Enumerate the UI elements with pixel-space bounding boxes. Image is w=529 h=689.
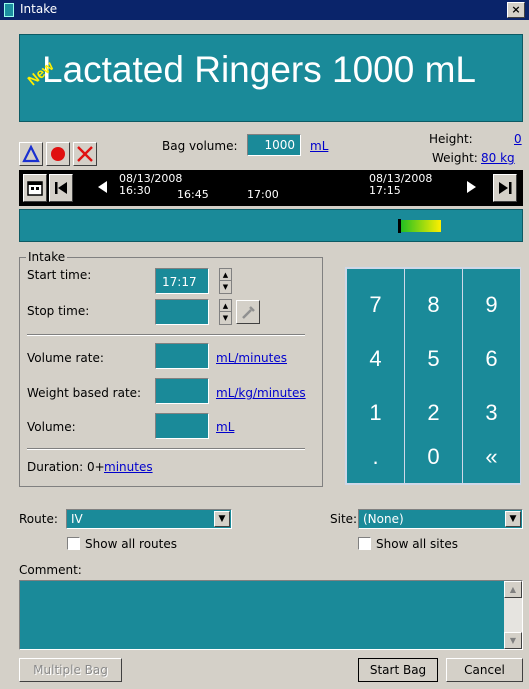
spin-up-icon[interactable]: ▲ <box>220 300 231 312</box>
timeline-start-time: 16:30 <box>119 184 151 197</box>
volume-rate-unit-link[interactable]: mL/minutes <box>216 351 287 365</box>
bag-volume-unit-link[interactable]: mL <box>310 139 328 153</box>
next-button[interactable] <box>461 174 485 202</box>
wrench-icon <box>242 306 255 319</box>
show-all-routes-checkbox[interactable] <box>67 537 80 550</box>
route-value: IV <box>71 512 83 526</box>
cancel-button[interactable]: Cancel <box>446 658 523 682</box>
start-time-input[interactable]: 17:17 <box>155 268 209 294</box>
timeline-time-2: 16:45 <box>177 188 209 201</box>
title-bar: Intake × <box>0 0 529 20</box>
comment-textarea[interactable] <box>19 580 523 650</box>
key-backspace[interactable]: « <box>463 431 520 483</box>
show-all-sites-label[interactable]: Show all sites <box>376 537 458 551</box>
start-time-label: Start time: <box>27 268 92 282</box>
multiple-bag-button[interactable]: Multiple Bag <box>19 658 122 682</box>
weight-rate-unit-link[interactable]: mL/kg/minutes <box>216 386 306 400</box>
key-decimal[interactable]: . <box>347 431 404 483</box>
start-bag-button[interactable]: Start Bag <box>358 658 438 682</box>
bag-volume-label: Bag volume: <box>162 139 238 153</box>
prev-icon <box>98 181 107 193</box>
weight-rate-input[interactable] <box>155 378 209 404</box>
volume-label: Volume: <box>27 420 76 434</box>
stop-now-button[interactable] <box>236 300 260 324</box>
prev-button[interactable] <box>91 174 115 202</box>
x-icon <box>77 146 93 162</box>
record-button[interactable] <box>46 142 70 166</box>
height-label: Height: <box>429 132 473 146</box>
delete-button[interactable] <box>73 142 97 166</box>
divider <box>27 334 305 336</box>
spin-down-icon[interactable]: ▼ <box>220 281 231 293</box>
weight-value-link[interactable]: 80 kg <box>481 151 515 165</box>
next-icon <box>467 181 476 193</box>
divider <box>27 448 305 450</box>
drug-name: Lactated Ringers 1000 mL <box>42 49 476 90</box>
close-button[interactable]: × <box>507 2 525 18</box>
window-title: Intake <box>20 2 58 16</box>
delta-icon <box>22 144 40 163</box>
start-time-spinner[interactable]: ▲ ▼ <box>219 268 232 294</box>
scroll-down-icon[interactable]: ▼ <box>504 632 522 649</box>
site-value: (None) <box>363 512 404 526</box>
calendar-icon <box>27 181 43 196</box>
spin-down-icon[interactable]: ▼ <box>220 312 231 324</box>
duration-label: Duration: 0+ <box>27 460 105 474</box>
chevron-down-icon[interactable]: ▼ <box>505 511 521 527</box>
drug-banner: Lactated Ringers 1000 mL New <box>19 34 523 122</box>
spin-up-icon[interactable]: ▲ <box>220 269 231 281</box>
duration-unit-link[interactable]: minutes <box>104 460 153 474</box>
delta-button[interactable] <box>19 142 43 166</box>
skip-start-icon <box>55 182 67 194</box>
app-icon <box>4 3 14 17</box>
key-0[interactable]: 0 <box>405 431 462 483</box>
infusion-progress-strip <box>19 209 523 242</box>
skip-end-icon <box>499 182 512 194</box>
comment-scrollbar[interactable]: ▲ ▼ <box>504 581 522 649</box>
timeline-time-3: 17:00 <box>247 188 279 201</box>
scroll-up-icon[interactable]: ▲ <box>504 581 522 598</box>
numeric-keypad: 7 8 9 4 5 6 1 2 3 . 0 « <box>345 267 521 485</box>
volume-rate-label: Volume rate: <box>27 351 104 365</box>
show-all-sites-checkbox[interactable] <box>358 537 371 550</box>
first-button[interactable] <box>49 174 73 202</box>
intake-group-label: Intake <box>26 250 68 264</box>
timeline-end-time: 17:15 <box>369 184 401 197</box>
progress-marker <box>398 219 441 233</box>
volume-input[interactable] <box>155 413 209 439</box>
show-all-routes-label[interactable]: Show all routes <box>85 537 177 551</box>
chevron-down-icon[interactable]: ▼ <box>214 511 230 527</box>
weight-label: Weight: <box>432 151 478 165</box>
bag-volume-input[interactable]: 1000 <box>247 134 301 156</box>
route-select[interactable]: IV ▼ <box>66 509 232 529</box>
stop-time-spinner[interactable]: ▲ ▼ <box>219 299 232 325</box>
last-button[interactable] <box>493 174 517 202</box>
record-icon <box>51 147 65 161</box>
stop-time-input[interactable] <box>155 299 209 325</box>
height-value-link[interactable]: 0 <box>514 132 522 146</box>
route-label: Route: <box>19 512 58 526</box>
timeline-bar: 08/13/2008 16:30 16:45 17:00 08/13/2008 … <box>19 170 523 206</box>
calendar-button[interactable] <box>23 174 47 202</box>
weight-rate-label: Weight based rate: <box>27 386 142 400</box>
stop-time-label: Stop time: <box>27 304 90 318</box>
site-select[interactable]: (None) ▼ <box>358 509 523 529</box>
volume-rate-input[interactable] <box>155 343 209 369</box>
site-label: Site: <box>330 512 358 526</box>
comment-label: Comment: <box>19 563 82 577</box>
volume-unit-link[interactable]: mL <box>216 420 234 434</box>
